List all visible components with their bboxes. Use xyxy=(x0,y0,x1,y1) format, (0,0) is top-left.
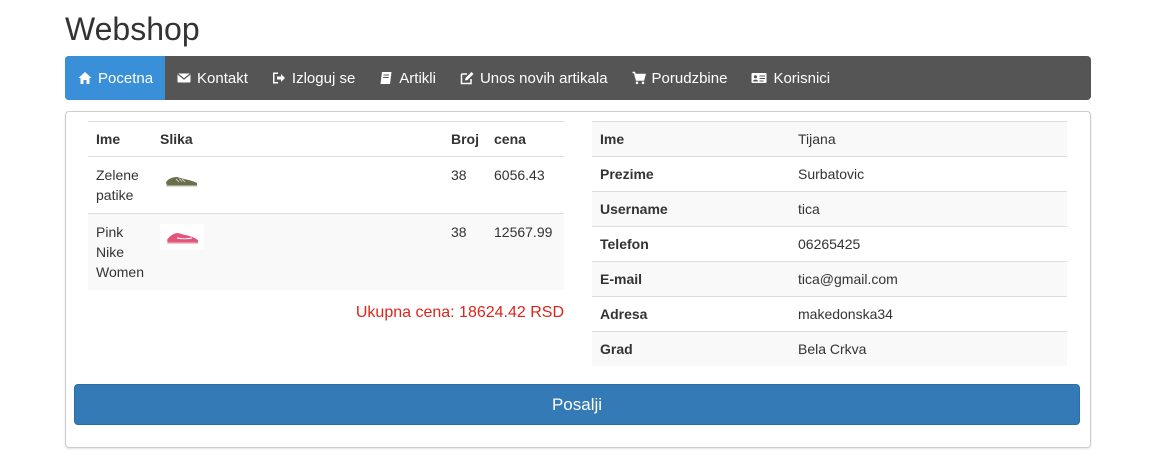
nav-item-pocetna[interactable]: Pocetna xyxy=(65,56,166,100)
cell-size: 38 xyxy=(443,213,486,290)
info-label: Telefon xyxy=(592,226,790,262)
nav-item-label: Unos novih artikala xyxy=(479,69,608,87)
info-row: Telefon 06265425 xyxy=(592,226,1067,262)
order-total: Ukupna cena: 18624.42 RSD xyxy=(355,304,564,321)
column-header-name: Ime xyxy=(88,121,152,157)
table-row: Zelene patike 38 6056.43 xyxy=(88,156,564,214)
nav-item-korisnici[interactable]: Korisnici xyxy=(739,56,842,100)
info-value: Surbatovic xyxy=(790,156,1067,192)
cell-name: Pink Nike Women xyxy=(88,213,152,290)
info-value: Bela Crkva xyxy=(790,331,1067,366)
nav-item-unos-novih-artikala[interactable]: Unos novih artikala xyxy=(448,56,620,100)
column-header-price: cena xyxy=(486,121,564,157)
envelope-icon xyxy=(177,73,191,83)
send-button[interactable]: Posalji xyxy=(74,384,1080,425)
nav-item-label: Korisnici xyxy=(773,69,831,87)
info-label: Ime xyxy=(592,121,790,157)
page-title: Webshop xyxy=(65,11,200,47)
cell-price: 12567.99 xyxy=(486,213,564,290)
column-header-image: Slika xyxy=(152,121,443,157)
info-value: makedonska34 xyxy=(790,296,1067,332)
nav-item-label: Kontakt xyxy=(197,69,248,87)
info-row: Grad Bela Crkva xyxy=(592,331,1067,366)
edit-icon xyxy=(460,72,474,85)
info-row: E-mail tica@gmail.com xyxy=(592,261,1067,297)
cell-price: 6056.43 xyxy=(486,156,564,214)
nav-item-artikli[interactable]: Artikli xyxy=(367,56,448,100)
info-value: tica xyxy=(790,191,1067,227)
info-label: E-mail xyxy=(592,261,790,297)
info-row: Username tica xyxy=(592,191,1067,227)
info-value: tica@gmail.com xyxy=(790,261,1067,297)
cell-name: Zelene patike xyxy=(88,156,152,214)
nav-item-kontakt[interactable]: Kontakt xyxy=(165,56,260,100)
cart-header-row: Ime Slika Broj cena xyxy=(88,121,564,157)
info-row: Adresa makedonska34 xyxy=(592,296,1067,332)
home-icon xyxy=(78,72,92,84)
nav-item-label: Pocetna xyxy=(98,69,154,87)
order-panel: Ime Slika Broj cena Zelene patike 38 605… xyxy=(65,111,1091,448)
info-label: Prezime xyxy=(592,156,790,192)
sign-out-icon xyxy=(272,72,285,84)
info-row: Ime Tijana xyxy=(592,121,1067,157)
nav-item-label: Porudzbine xyxy=(651,69,728,87)
info-label: Grad xyxy=(592,331,790,366)
nav-item-label: Artikli xyxy=(399,69,436,87)
nav-item-porudzbine[interactable]: Porudzbine xyxy=(620,56,740,100)
info-label: Adresa xyxy=(592,296,790,332)
id-card-icon xyxy=(751,73,767,83)
nav-item-izloguj-se[interactable]: Izloguj se xyxy=(260,56,367,100)
green-sneaker-thumbnail xyxy=(160,167,204,193)
table-row: Pink Nike Women 38 12567.99 xyxy=(88,213,564,290)
main-navbar: Pocetna Kontakt Izloguj se Artikli Unos … xyxy=(65,56,1091,100)
cell-image xyxy=(152,156,443,214)
info-label: Username xyxy=(592,191,790,227)
cart-table: Ime Slika Broj cena Zelene patike 38 605… xyxy=(88,121,564,290)
cell-image xyxy=(152,213,443,290)
pink-sneaker-thumbnail xyxy=(160,224,204,250)
info-value: Tijana xyxy=(790,121,1067,157)
customer-info-table: Ime Tijana Prezime Surbatovic Username t… xyxy=(592,121,1067,366)
book-icon xyxy=(380,72,392,84)
info-row: Prezime Surbatovic xyxy=(592,156,1067,192)
cart-icon xyxy=(632,71,646,85)
nav-item-label: Izloguj se xyxy=(291,69,356,87)
info-value: 06265425 xyxy=(790,226,1067,262)
cell-size: 38 xyxy=(443,156,486,214)
column-header-size: Broj xyxy=(443,121,486,157)
